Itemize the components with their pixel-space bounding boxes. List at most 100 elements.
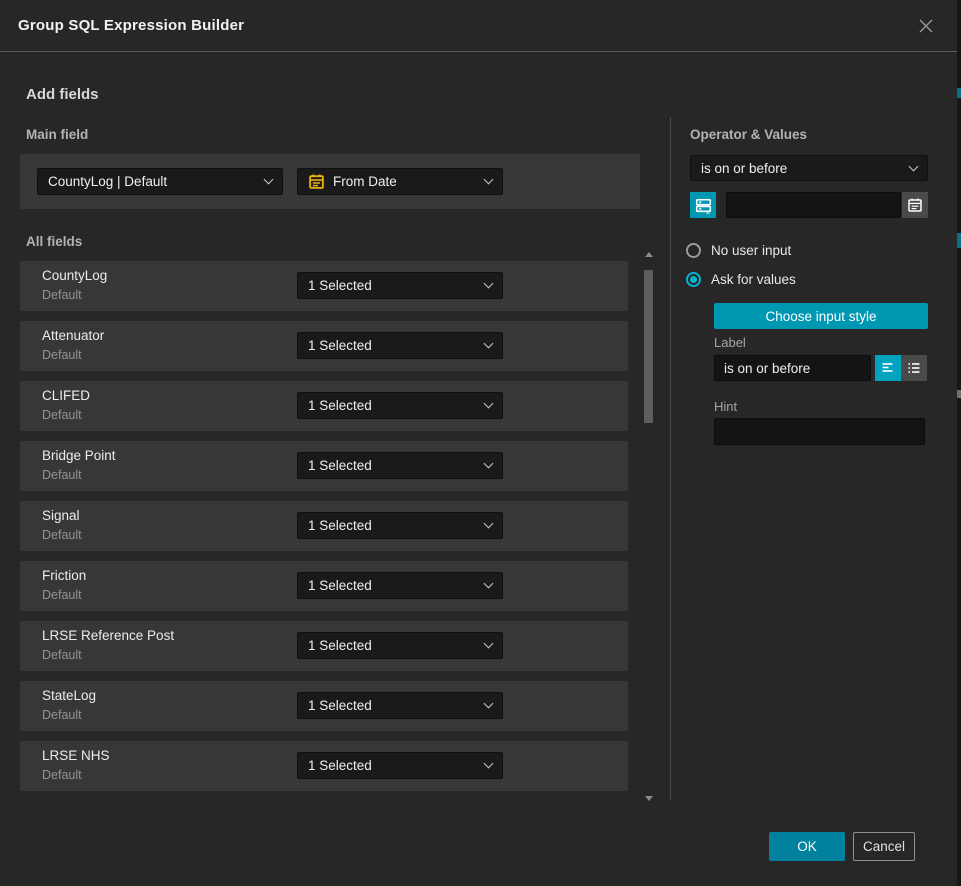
align-left-icon	[880, 360, 896, 376]
radio-selected-icon[interactable]	[686, 272, 701, 287]
field-values-select[interactable]: 1 Selected	[297, 692, 503, 719]
background-accent-mark	[957, 390, 961, 398]
field-subtitle: Default	[42, 408, 82, 422]
background-accent-mark	[957, 233, 961, 248]
scrollbar-thumb[interactable]	[644, 270, 653, 423]
field-row: CountyLog Default 1 Selected	[20, 261, 628, 311]
field-name: Friction	[42, 568, 86, 583]
radio-ask-for-values-label: Ask for values	[711, 272, 796, 287]
field-values-select[interactable]: 1 Selected	[297, 392, 503, 419]
field-values-select-value: 1 Selected	[308, 458, 372, 473]
field-values-select[interactable]: 1 Selected	[297, 572, 503, 599]
field-name: Signal	[42, 508, 80, 523]
radio-ask-for-values[interactable]: Ask for values	[686, 272, 796, 287]
group-sql-expression-builder-dialog: Group SQL Expression Builder Add fields …	[0, 0, 961, 886]
unique-values-button[interactable]	[690, 192, 716, 218]
ok-button[interactable]: OK	[769, 832, 845, 861]
chevron-down-icon	[484, 579, 494, 589]
field-row: LRSE Reference Post Default 1 Selected	[20, 621, 628, 671]
field-values-select[interactable]: 1 Selected	[297, 512, 503, 539]
chevron-down-icon	[484, 459, 494, 469]
value-input-row	[690, 192, 928, 218]
label-caption: Label	[714, 335, 746, 350]
chevron-down-icon	[484, 279, 494, 289]
field-name: LRSE NHS	[42, 748, 110, 763]
main-layer-select-value: CountyLog | Default	[48, 174, 167, 189]
field-subtitle: Default	[42, 588, 82, 602]
field-subtitle: Default	[42, 768, 82, 782]
field-values-select[interactable]: 1 Selected	[297, 332, 503, 359]
main-field-select-value: From Date	[333, 174, 397, 189]
date-value-input[interactable]	[726, 192, 901, 218]
field-row: Signal Default 1 Selected	[20, 501, 628, 551]
field-row: LRSE NHS Default 1 Selected	[20, 741, 628, 791]
field-values-select-value: 1 Selected	[308, 518, 372, 533]
field-values-select-value: 1 Selected	[308, 278, 372, 293]
field-subtitle: Default	[42, 288, 82, 302]
close-icon	[918, 18, 934, 34]
all-fields-label: All fields	[26, 234, 82, 249]
radio-no-user-input[interactable]: No user input	[686, 243, 791, 258]
main-field-select[interactable]: From Date	[297, 168, 503, 195]
field-subtitle: Default	[42, 708, 82, 722]
operator-select-value: is on or before	[701, 161, 787, 176]
chevron-down-icon	[484, 639, 494, 649]
radio-unselected-icon[interactable]	[686, 243, 701, 258]
field-values-select-value: 1 Selected	[308, 578, 372, 593]
field-row: CLIFED Default 1 Selected	[20, 381, 628, 431]
background-app-edge	[957, 0, 961, 886]
single-input-style-button[interactable]	[875, 355, 901, 381]
field-name: Bridge Point	[42, 448, 116, 463]
field-values-select[interactable]: 1 Selected	[297, 272, 503, 299]
field-row: StateLog Default 1 Selected	[20, 681, 628, 731]
list-scrollbar[interactable]	[644, 250, 654, 803]
field-subtitle: Default	[42, 468, 82, 482]
field-name: CLIFED	[42, 388, 90, 403]
field-subtitle: Default	[42, 348, 82, 362]
field-values-select-value: 1 Selected	[308, 758, 372, 773]
operator-select[interactable]: is on or before	[690, 155, 928, 181]
field-values-select-value: 1 Selected	[308, 338, 372, 353]
dialog-titlebar: Group SQL Expression Builder	[0, 0, 957, 52]
field-values-select[interactable]: 1 Selected	[297, 452, 503, 479]
hint-input[interactable]	[714, 418, 925, 445]
close-button[interactable]	[910, 10, 942, 42]
scroll-up-icon[interactable]	[645, 252, 653, 257]
hint-caption: Hint	[714, 399, 737, 414]
chevron-down-icon	[484, 699, 494, 709]
field-subtitle: Default	[42, 528, 82, 542]
list-input-style-button[interactable]	[901, 355, 927, 381]
field-values-select[interactable]: 1 Selected	[297, 632, 503, 659]
main-layer-select[interactable]: CountyLog | Default	[37, 168, 283, 195]
unique-values-icon	[695, 197, 712, 214]
background-accent-mark	[957, 88, 961, 98]
field-name: CountyLog	[42, 268, 107, 283]
main-field-panel: CountyLog | Default From Date	[20, 154, 640, 209]
calendar-icon	[907, 197, 923, 213]
chevron-down-icon	[484, 519, 494, 529]
field-row: Attenuator Default 1 Selected	[20, 321, 628, 371]
choose-input-style-button[interactable]: Choose input style	[714, 303, 928, 329]
field-name: StateLog	[42, 688, 96, 703]
scroll-down-icon[interactable]	[645, 796, 653, 801]
value-list-icon	[906, 360, 922, 376]
cancel-button[interactable]: Cancel	[853, 832, 915, 861]
field-name: LRSE Reference Post	[42, 628, 174, 643]
add-fields-heading: Add fields	[26, 86, 99, 103]
field-subtitle: Default	[42, 648, 82, 662]
field-row: Friction Default 1 Selected	[20, 561, 628, 611]
calendar-icon	[308, 173, 325, 190]
all-fields-list: CountyLog Default 1 Selected Attenuator …	[20, 261, 628, 801]
field-name: Attenuator	[42, 328, 104, 343]
date-picker-button[interactable]	[902, 192, 928, 218]
chevron-down-icon	[484, 759, 494, 769]
operator-values-heading: Operator & Values	[690, 127, 807, 142]
chevron-down-icon	[484, 399, 494, 409]
field-values-select-value: 1 Selected	[308, 398, 372, 413]
label-input[interactable]	[714, 355, 871, 381]
field-values-select-value: 1 Selected	[308, 698, 372, 713]
chevron-down-icon	[264, 175, 274, 185]
field-values-select-value: 1 Selected	[308, 638, 372, 653]
field-values-select[interactable]: 1 Selected	[297, 752, 503, 779]
dialog-title: Group SQL Expression Builder	[18, 17, 244, 34]
